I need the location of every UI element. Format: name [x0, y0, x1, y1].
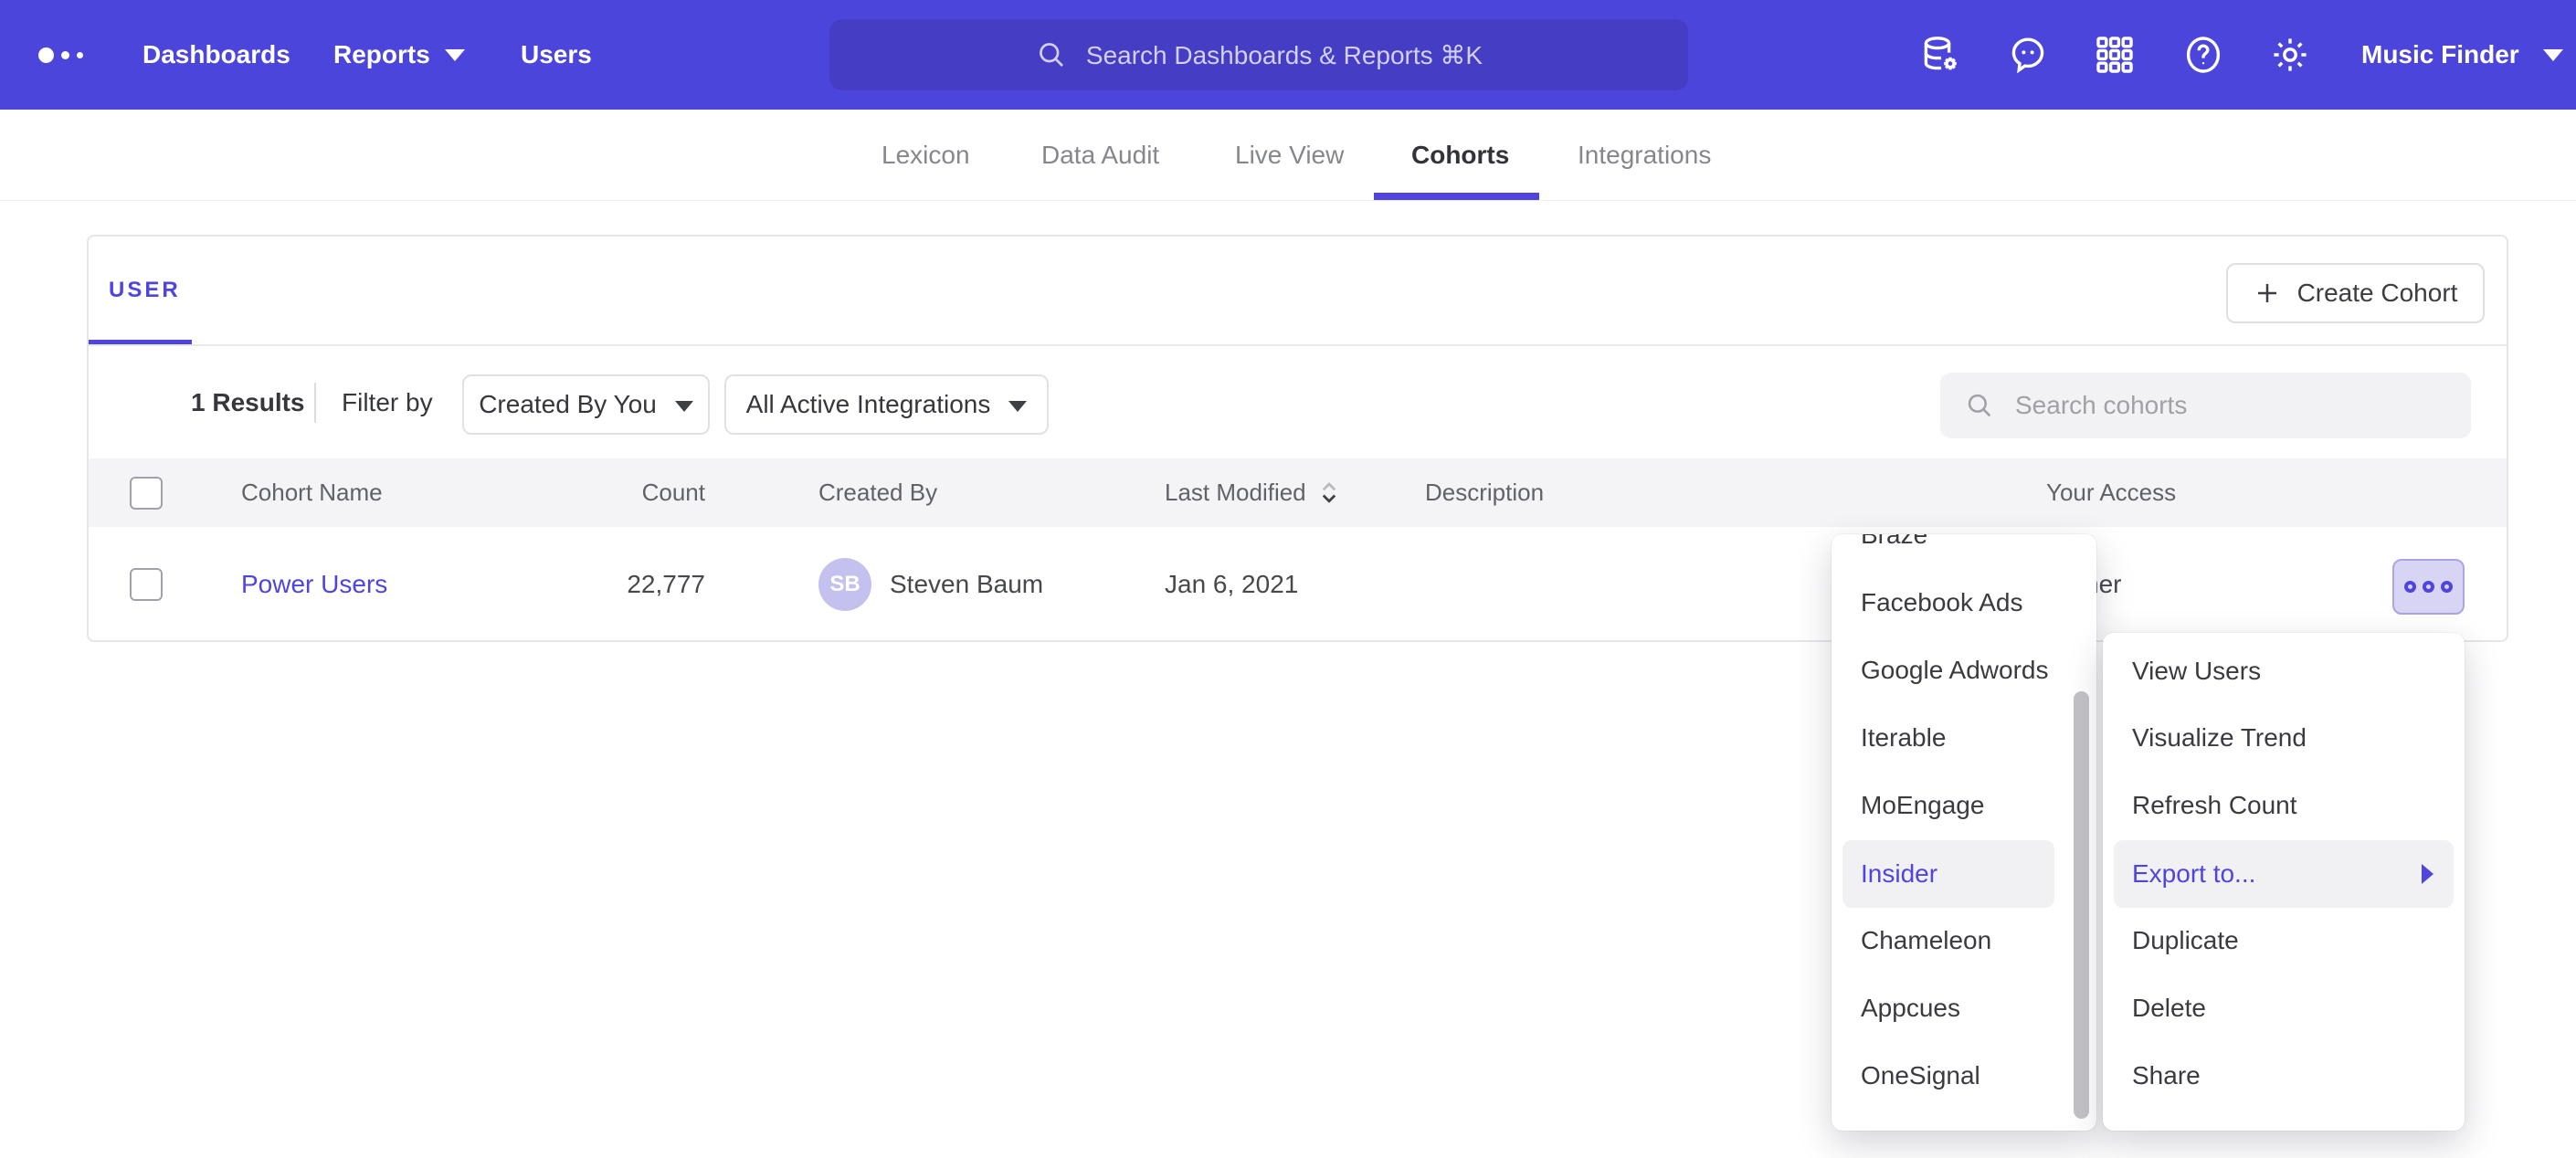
menu-item-duplicate[interactable]: Duplicate — [2103, 907, 2465, 974]
row-actions-button[interactable] — [2392, 559, 2465, 615]
menu-item-onesignal[interactable]: OneSignal — [1832, 1042, 2096, 1110]
tab-cohorts[interactable]: Cohorts — [1411, 110, 1509, 200]
cohort-name-link[interactable]: Power Users — [241, 570, 387, 599]
cohort-name-cell: Power Users — [241, 527, 387, 642]
tab-live-view[interactable]: Live View — [1235, 110, 1344, 200]
tab-label: Live View — [1235, 141, 1344, 170]
tab-label: Lexicon — [882, 141, 970, 170]
menu-item-iterable[interactable]: Iterable — [1832, 704, 2096, 772]
menu-item-visualize-trend[interactable]: Visualize Trend — [2103, 704, 2465, 772]
tab-lexicon[interactable]: Lexicon — [882, 110, 970, 200]
menu-item-view-users[interactable]: View Users — [2103, 637, 2465, 705]
menu-item-google-adwords[interactable]: Google Adwords — [1832, 637, 2096, 704]
tab-integrations[interactable]: Integrations — [1578, 110, 1711, 200]
logo-dot-small — [77, 52, 83, 58]
logo-dot-medium — [61, 51, 69, 59]
results-count: 1 Results — [191, 346, 305, 459]
create-cohort-label: Create Cohort — [2297, 279, 2458, 308]
nav-item-label: Dashboards — [143, 40, 290, 69]
nav-item-label: Users — [521, 40, 592, 69]
active-tab-underline — [1374, 193, 1539, 200]
last-modified-cell: Jan 6, 2021 — [1165, 527, 1298, 642]
create-cohort-button[interactable]: Create Cohort — [2226, 263, 2485, 323]
ellipsis-icon — [2423, 581, 2434, 593]
settings-gear-icon[interactable] — [2268, 33, 2312, 77]
col-header-label: Last Modified — [1165, 479, 1306, 507]
col-header-description: Description — [1425, 458, 1544, 527]
menu-item-appcues[interactable]: Appcues — [1832, 974, 2096, 1042]
cohort-search-input[interactable] — [2013, 390, 2419, 421]
col-header-last-modified[interactable]: Last Modified — [1165, 458, 1341, 527]
global-search-placeholder: Search Dashboards & Reports ⌘K — [1086, 40, 1483, 70]
menu-item-refresh-count[interactable]: Refresh Count — [2103, 772, 2465, 839]
menu-item-facebook-ads[interactable]: Facebook Ads — [1832, 569, 2096, 637]
tab-label: Cohorts — [1411, 141, 1509, 170]
menu-item-moengage[interactable]: MoEngage — [1832, 772, 2096, 839]
avatar: SB — [818, 558, 871, 611]
row-checkbox-cell — [130, 527, 163, 642]
created-by-name: Steven Baum — [890, 570, 1043, 599]
chevron-down-icon — [445, 49, 465, 61]
user-cohorts-tab[interactable]: USER — [109, 237, 181, 344]
ellipsis-icon — [2441, 581, 2453, 593]
chevron-down-icon — [675, 401, 693, 412]
chevron-down-icon — [2543, 49, 2563, 61]
select-all-checkbox[interactable] — [130, 477, 163, 510]
menu-item-share[interactable]: Share — [2103, 1042, 2465, 1110]
menu-item-chameleon[interactable]: Chameleon — [1832, 907, 2096, 974]
cohorts-panel: USER Create Cohort 1 Results Filter by C… — [87, 235, 2508, 642]
cohort-actions-menu: View Users Visualize Trend Refresh Count… — [2103, 633, 2465, 1131]
apps-grid-icon[interactable] — [2093, 33, 2137, 77]
help-icon[interactable] — [2181, 33, 2225, 77]
submenu-arrow-icon — [2422, 864, 2433, 884]
tab-label: Integrations — [1578, 141, 1711, 170]
created-by-cell: SB Steven Baum — [818, 527, 1043, 642]
col-header-created-by: Created By — [818, 458, 937, 527]
mixpanel-logo[interactable] — [38, 0, 83, 110]
user-tab-label: USER — [109, 278, 181, 303]
export-destinations-menu: Braze Facebook Ads Google Adwords Iterab… — [1832, 534, 2096, 1131]
feedback-icon[interactable] — [2006, 33, 2050, 77]
filter-created-by-dropdown[interactable]: Created By You — [462, 374, 710, 435]
project-switcher[interactable]: Music Finder — [2361, 0, 2563, 110]
nav-item-label: Reports — [333, 40, 430, 69]
tab-label: Data Audit — [1041, 141, 1159, 170]
data-management-icon[interactable] — [1919, 33, 1963, 77]
menu-scrollbar-thumb[interactable] — [2074, 691, 2089, 1119]
col-header-count: Count — [431, 458, 705, 527]
tabstrip-divider — [89, 344, 2507, 346]
filter-by-label: Filter by — [342, 346, 433, 459]
search-icon — [1035, 38, 1068, 71]
filter-label: Created By You — [479, 390, 657, 419]
sort-icon — [1317, 479, 1341, 507]
row-checkbox[interactable] — [130, 568, 163, 601]
plus-icon — [2254, 279, 2281, 307]
tab-data-audit[interactable]: Data Audit — [1041, 110, 1159, 200]
nav-item-dashboards[interactable]: Dashboards — [143, 0, 290, 110]
menu-item-export-to[interactable]: Export to... — [2103, 840, 2465, 908]
filter-divider — [314, 383, 316, 423]
logo-dot-large — [38, 47, 54, 63]
nav-item-users[interactable]: Users — [521, 0, 592, 110]
section-tabbar: Lexicon Data Audit Live View Cohorts Int… — [0, 110, 2576, 201]
col-header-your-access: Your Access — [2046, 458, 2176, 527]
cohort-count-cell: 22,777 — [431, 527, 705, 642]
ellipsis-icon — [2404, 581, 2416, 593]
global-search-bar[interactable]: Search Dashboards & Reports ⌘K — [829, 19, 1688, 90]
chevron-down-icon — [1008, 401, 1027, 412]
select-all-checkbox-cell — [130, 458, 163, 527]
app-screen: Dashboards Reports Users Search Dashboar… — [0, 0, 2576, 1158]
col-header-cohort-name: Cohort Name — [241, 458, 383, 527]
menu-item-delete[interactable]: Delete — [2103, 974, 2465, 1042]
filter-label: All Active Integrations — [746, 390, 991, 419]
menu-item-insider[interactable]: Insider — [1832, 840, 2096, 908]
project-name: Music Finder — [2361, 40, 2519, 69]
search-icon — [1964, 390, 1995, 421]
nav-item-reports[interactable]: Reports — [333, 0, 465, 110]
top-navbar: Dashboards Reports Users Search Dashboar… — [0, 0, 2576, 110]
menu-item-braze[interactable]: Braze — [1832, 534, 2096, 569]
filter-integrations-dropdown[interactable]: All Active Integrations — [724, 374, 1049, 435]
cohort-search-field[interactable] — [1940, 373, 2471, 438]
